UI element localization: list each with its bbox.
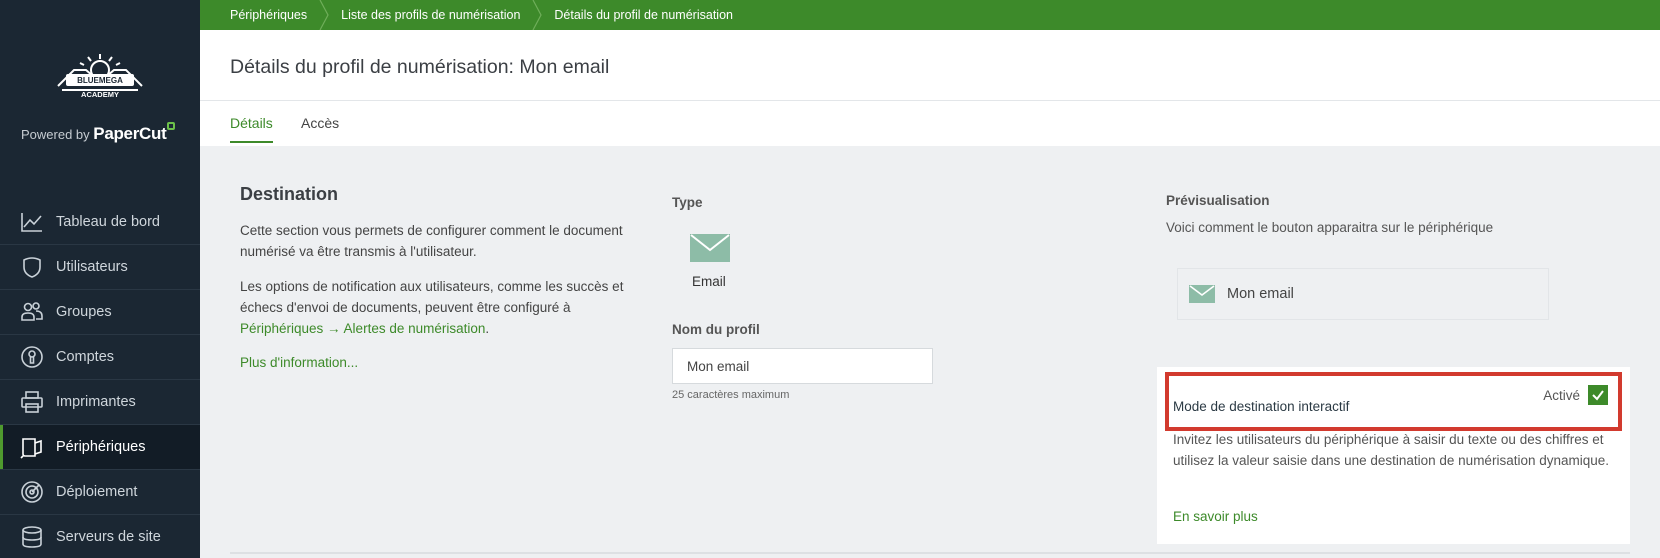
user-icon bbox=[20, 255, 44, 279]
page-title: Détails du profil de numérisation: Mon e… bbox=[230, 56, 610, 78]
profile-name-input[interactable] bbox=[672, 348, 933, 384]
enabled-checkbox[interactable] bbox=[1588, 385, 1608, 405]
sidebar-item-label: Imprimantes bbox=[56, 394, 136, 410]
sidebar-item-label: Groupes bbox=[56, 304, 112, 320]
preview-label: Prévisualisation bbox=[1166, 193, 1270, 208]
interactive-mode-toggle: Activé bbox=[1543, 385, 1608, 405]
sidebar-item-deployment[interactable]: Déploiement bbox=[0, 470, 200, 515]
sidebar-item-users[interactable]: Utilisateurs bbox=[0, 245, 200, 290]
sidebar-item-label: Périphériques bbox=[56, 439, 146, 455]
toggle-label: Activé bbox=[1543, 387, 1580, 403]
profile-name-label: Nom du profil bbox=[672, 322, 760, 337]
sidebar-item-dashboard[interactable]: Tableau de bord bbox=[0, 200, 200, 245]
sidebar-item-accounts[interactable]: Comptes bbox=[0, 335, 200, 380]
chevron-right-icon bbox=[532, 0, 543, 30]
destination-description: Cette section vous permets de configurer… bbox=[240, 223, 623, 259]
page-header: Détails du profil de numérisation: Mon e… bbox=[200, 30, 1660, 146]
sidebar-item-groups[interactable]: Groupes bbox=[0, 290, 200, 335]
chart-line-icon bbox=[20, 210, 44, 234]
svg-text:BLUEMEGA: BLUEMEGA bbox=[77, 76, 123, 85]
deployment-icon bbox=[20, 480, 44, 504]
papercut-brand: PaperCut bbox=[93, 124, 167, 143]
sidebar-item-label: Serveurs de site bbox=[56, 529, 161, 545]
sidebar-item-label: Déploiement bbox=[56, 484, 138, 500]
envelope-icon bbox=[1189, 285, 1215, 303]
sidebar: BLUEMEGA ACADEMY Powered by PaperCut Tab… bbox=[0, 0, 200, 558]
chevron-right-icon bbox=[319, 0, 329, 30]
breadcrumb-current: Détails du profil de numérisation bbox=[554, 8, 733, 22]
type-value: Email bbox=[692, 274, 726, 289]
breadcrumb-devices[interactable]: Périphériques bbox=[230, 0, 307, 30]
sidebar-nav: Tableau de bord Utilisateurs Groupes Com… bbox=[0, 200, 200, 558]
interactive-mode-card: Mode de destination interactif Activé In… bbox=[1157, 367, 1630, 544]
sidebar-item-label: Utilisateurs bbox=[56, 259, 128, 275]
breadcrumb: Périphériques Liste des profils de numér… bbox=[200, 0, 1660, 30]
header-divider bbox=[200, 100, 1660, 101]
preview-description: Voici comment le bouton apparaitra sur l… bbox=[1166, 220, 1494, 235]
sidebar-item-label: Comptes bbox=[56, 349, 115, 365]
interactive-mode-description: Invitez les utilisateurs du périphérique… bbox=[1173, 432, 1610, 468]
preview-button-label: Mon email bbox=[1227, 286, 1294, 302]
sidebar-item-site-servers[interactable]: Serveurs de site bbox=[0, 515, 200, 558]
database-icon bbox=[20, 525, 44, 549]
breadcrumb-scan-profiles[interactable]: Liste des profils de numérisation bbox=[341, 0, 520, 30]
destination-title: Destination bbox=[240, 184, 339, 204]
device-icon bbox=[20, 435, 44, 459]
printer-icon bbox=[20, 390, 44, 414]
sidebar-item-printers[interactable]: Imprimantes bbox=[0, 380, 200, 425]
account-icon bbox=[20, 345, 44, 369]
powered-by-label: Powered by bbox=[21, 127, 90, 142]
interactive-mode-title: Mode de destination interactif bbox=[1173, 399, 1350, 414]
svg-text:ACADEMY: ACADEMY bbox=[81, 90, 119, 98]
powered-by: Powered by PaperCut bbox=[21, 122, 176, 144]
sidebar-item-devices[interactable]: Périphériques bbox=[0, 425, 200, 470]
sidebar-item-label: Tableau de bord bbox=[56, 214, 160, 230]
notification-suffix: . bbox=[485, 321, 490, 336]
scan-alerts-link[interactable]: Périphériques → Alertes de numérisation bbox=[240, 321, 485, 336]
notification-text: Les options de notification aux utilisat… bbox=[240, 279, 624, 315]
profile-name-hint: 25 caractères maximum bbox=[672, 389, 790, 401]
preview-button[interactable]: Mon email bbox=[1177, 268, 1549, 320]
type-label: Type bbox=[672, 195, 703, 210]
group-icon bbox=[20, 300, 44, 324]
notification-description: Les options de notification aux utilisat… bbox=[240, 276, 645, 339]
papercut-mark-icon bbox=[167, 122, 176, 130]
more-info-link[interactable]: Plus d'information... bbox=[240, 352, 645, 373]
section-divider bbox=[230, 552, 1630, 554]
bluemega-academy-logo: BLUEMEGA ACADEMY bbox=[57, 54, 143, 98]
envelope-icon bbox=[690, 234, 730, 262]
checkmark-icon bbox=[1592, 390, 1604, 401]
tab-access[interactable]: Accès bbox=[301, 115, 339, 141]
tab-details[interactable]: Détails bbox=[230, 115, 273, 143]
learn-more-link[interactable]: En savoir plus bbox=[1173, 509, 1258, 524]
